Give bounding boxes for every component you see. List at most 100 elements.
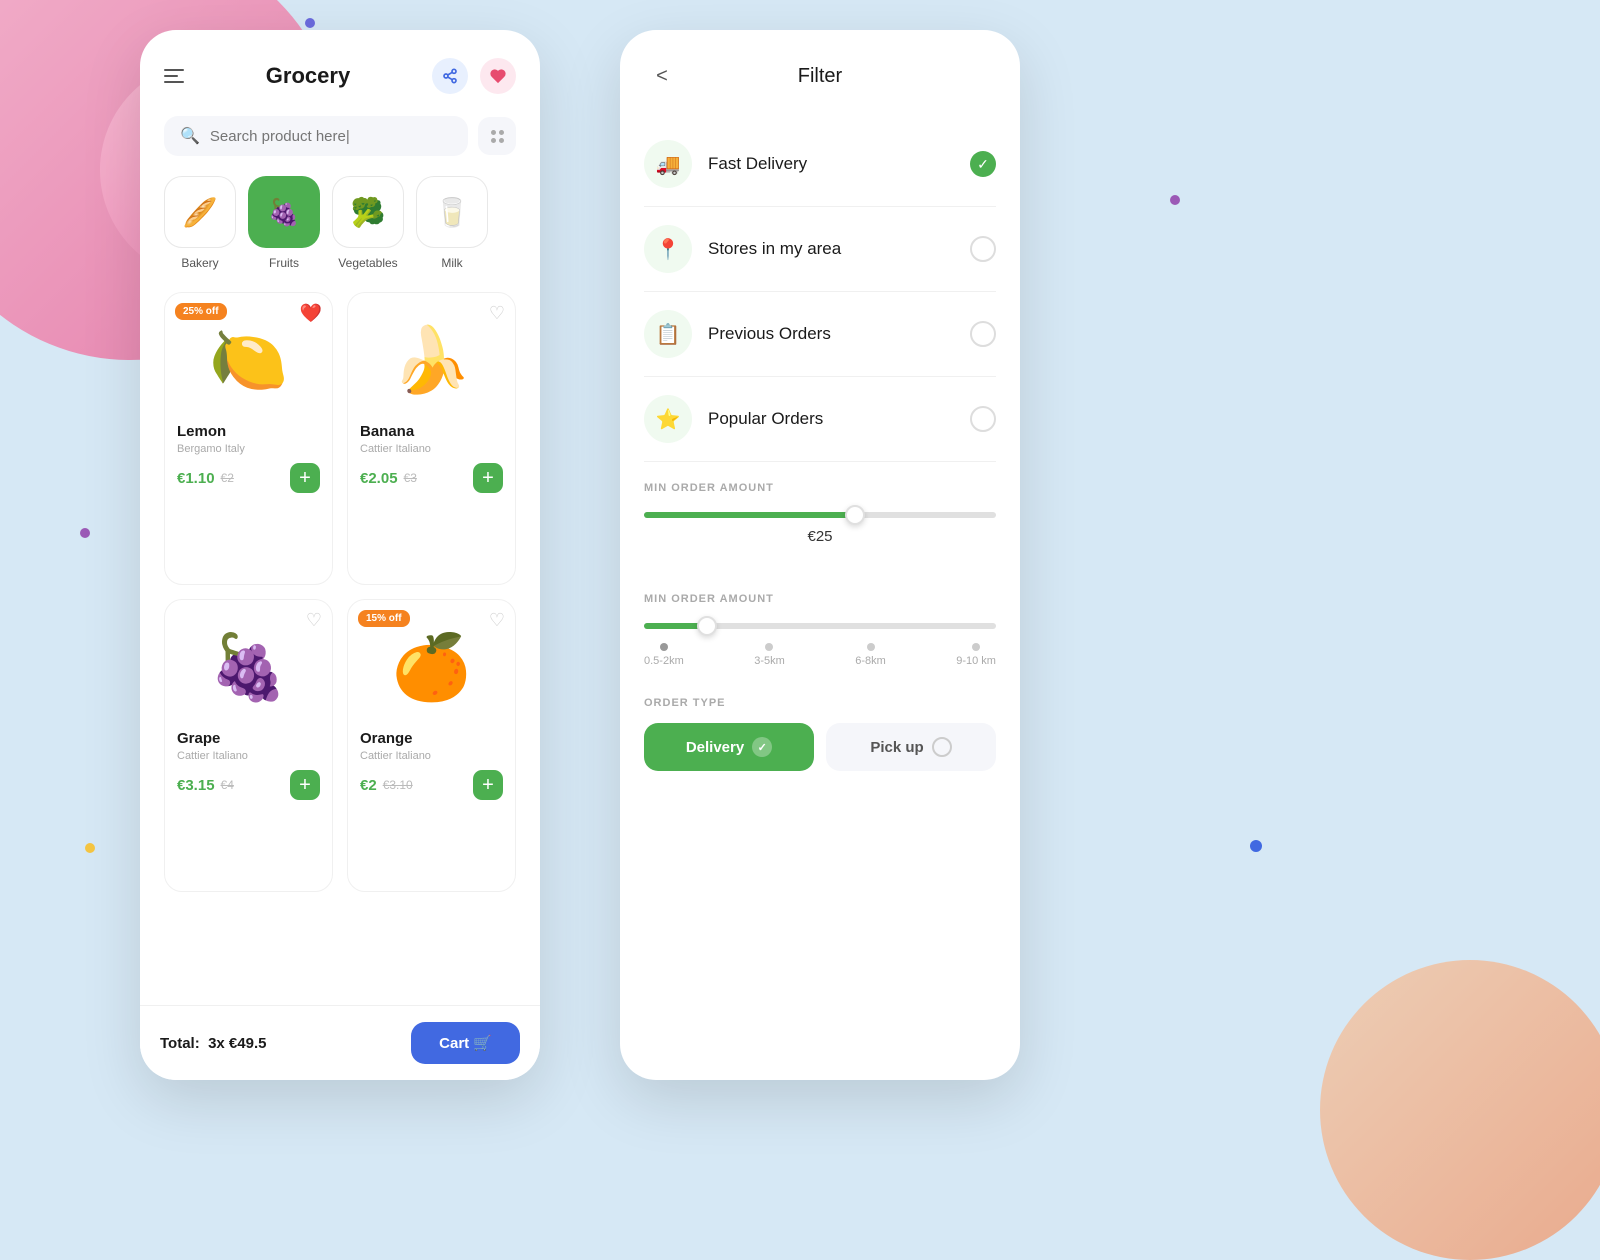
filter-stores[interactable]: 📍 Stores in my area	[644, 207, 996, 292]
banana-price-old: €3	[404, 471, 417, 485]
orange-pricing: €2 €3.10 +	[360, 770, 503, 800]
orange-price: €2 €3.10	[360, 777, 413, 794]
cart-total: Total: 3x €49.5	[160, 1035, 266, 1052]
min-order-title: MIN ORDER AMOUNT	[644, 482, 996, 494]
distance-labels: 0.5-2km 3-5km 6-8km 9-10 km	[644, 643, 996, 667]
lemon-origin: Bergamo Italy	[177, 443, 320, 455]
distance-dot-1: 0.5-2km	[644, 643, 684, 667]
category-bakery[interactable]: 🥖 Bakery	[164, 176, 236, 270]
banana-image: 🍌	[360, 305, 503, 415]
cart-button-label: Cart 🛒	[439, 1034, 492, 1052]
phones-container: Grocery	[140, 30, 1020, 1080]
milk-icon-box: 🥛	[416, 176, 488, 248]
orange-badge: 15% off	[358, 610, 410, 627]
filter-popular-orders[interactable]: ⭐ Popular Orders	[644, 377, 996, 462]
banana-add-button[interactable]: +	[473, 463, 503, 493]
previous-orders-radio	[970, 321, 996, 347]
pickup-button[interactable]: Pick up	[826, 723, 996, 771]
bg-decoration-orange	[1320, 960, 1600, 1260]
category-milk-label: Milk	[441, 256, 462, 270]
orange-image: 🍊	[360, 612, 503, 722]
share-button[interactable]	[432, 58, 468, 94]
previous-orders-label: Previous Orders	[708, 324, 970, 344]
distance-dot-3: 6-8km	[855, 643, 886, 667]
order-type-section: ORDER TYPE Delivery ✓ Pick up	[644, 677, 996, 771]
category-fruits[interactable]: 🍇 Fruits	[248, 176, 320, 270]
distance-dot-4: 9-10 km	[956, 643, 996, 667]
filter-fast-delivery[interactable]: 🚚 Fast Delivery ✓	[644, 122, 996, 207]
delivery-button[interactable]: Delivery ✓	[644, 723, 814, 771]
filter-icon[interactable]	[478, 117, 516, 155]
grape-image: 🍇	[177, 612, 320, 722]
lemon-image: 🍋	[177, 305, 320, 415]
lemon-add-button[interactable]: +	[290, 463, 320, 493]
lemon-price-old: €2	[221, 471, 234, 485]
search-input[interactable]	[210, 128, 452, 145]
distance-section: MIN ORDER AMOUNT 0.5-2km 3-5km	[644, 573, 996, 677]
orange-heart[interactable]: ♡	[489, 610, 505, 631]
lemon-heart[interactable]: ❤️	[300, 303, 322, 324]
stores-label: Stores in my area	[708, 239, 970, 259]
popular-orders-label: Popular Orders	[708, 409, 970, 429]
right-phone: < Filter 🚚 Fast Delivery ✓ 📍 Stores in m…	[620, 30, 1020, 1080]
dot-2	[1170, 195, 1180, 205]
categories: 🥖 Bakery 🍇 Fruits 🥦 Vegetables 🥛 Milk	[164, 176, 516, 270]
banana-origin: Cattier Italiano	[360, 443, 503, 455]
lemon-badge: 25% off	[175, 303, 227, 320]
fast-delivery-icon: 🚚	[644, 140, 692, 188]
category-vegetables-label: Vegetables	[338, 256, 397, 270]
min-order-section: MIN ORDER AMOUNT €25	[644, 462, 996, 573]
favorite-button[interactable]	[480, 58, 516, 94]
distance-dot-4-circle	[972, 643, 980, 651]
min-order-fill	[644, 512, 855, 518]
category-milk[interactable]: 🥛 Milk	[416, 176, 488, 270]
left-phone-inner: Grocery	[140, 30, 540, 972]
dot-7	[1250, 840, 1262, 852]
fast-delivery-radio: ✓	[970, 151, 996, 177]
cart-bar: Total: 3x €49.5 Cart 🛒	[140, 1005, 540, 1080]
grape-origin: Cattier Italiano	[177, 750, 320, 762]
grape-price: €3.15 €4	[177, 777, 234, 794]
orange-price-old: €3.10	[383, 778, 413, 792]
back-button[interactable]: <	[644, 58, 680, 94]
grocery-header: Grocery	[164, 58, 516, 94]
distance-dot-2: 3-5km	[754, 643, 785, 667]
grape-add-button[interactable]: +	[290, 770, 320, 800]
popular-orders-radio	[970, 406, 996, 432]
distance-slider[interactable]	[644, 623, 996, 629]
distance-dot-active	[660, 643, 668, 651]
distance-label-2: 3-5km	[754, 655, 785, 667]
distance-label-1: 0.5-2km	[644, 655, 684, 667]
orange-add-button[interactable]: +	[473, 770, 503, 800]
lemon-price-current: €1.10	[177, 470, 215, 487]
grape-price-old: €4	[221, 778, 234, 792]
popular-orders-icon: ⭐	[644, 395, 692, 443]
cart-button[interactable]: Cart 🛒	[411, 1022, 520, 1064]
product-grid: 25% off ❤️ 🍋 Lemon Bergamo Italy €1.10 €…	[164, 292, 516, 972]
category-vegetables[interactable]: 🥦 Vegetables	[332, 176, 404, 270]
distance-thumb[interactable]	[697, 616, 717, 636]
banana-heart[interactable]: ♡	[489, 303, 505, 324]
min-order-thumb[interactable]	[845, 505, 865, 525]
banana-price: €2.05 €3	[360, 470, 417, 487]
product-banana: ♡ 🍌 Banana Cattier Italiano €2.05 €3 +	[347, 292, 516, 585]
grape-price-current: €3.15	[177, 777, 215, 794]
grape-name: Grape	[177, 730, 320, 747]
orange-name: Orange	[360, 730, 503, 747]
search-input-wrap[interactable]: 🔍	[164, 116, 468, 156]
filter-header: < Filter	[644, 58, 996, 94]
min-order-slider[interactable]	[644, 512, 996, 518]
filter-previous-orders[interactable]: 📋 Previous Orders	[644, 292, 996, 377]
grape-heart[interactable]: ♡	[306, 610, 322, 631]
search-bar: 🔍	[164, 116, 516, 156]
orange-price-current: €2	[360, 777, 377, 794]
order-type-buttons: Delivery ✓ Pick up	[644, 723, 996, 771]
pickup-radio	[932, 737, 952, 757]
dot-4	[80, 528, 90, 538]
distance-label-4: 9-10 km	[956, 655, 996, 667]
grocery-title: Grocery	[266, 63, 350, 89]
dot-6	[85, 843, 95, 853]
stores-icon: 📍	[644, 225, 692, 273]
hamburger-menu[interactable]	[164, 69, 184, 83]
fruits-icon-box: 🍇	[248, 176, 320, 248]
